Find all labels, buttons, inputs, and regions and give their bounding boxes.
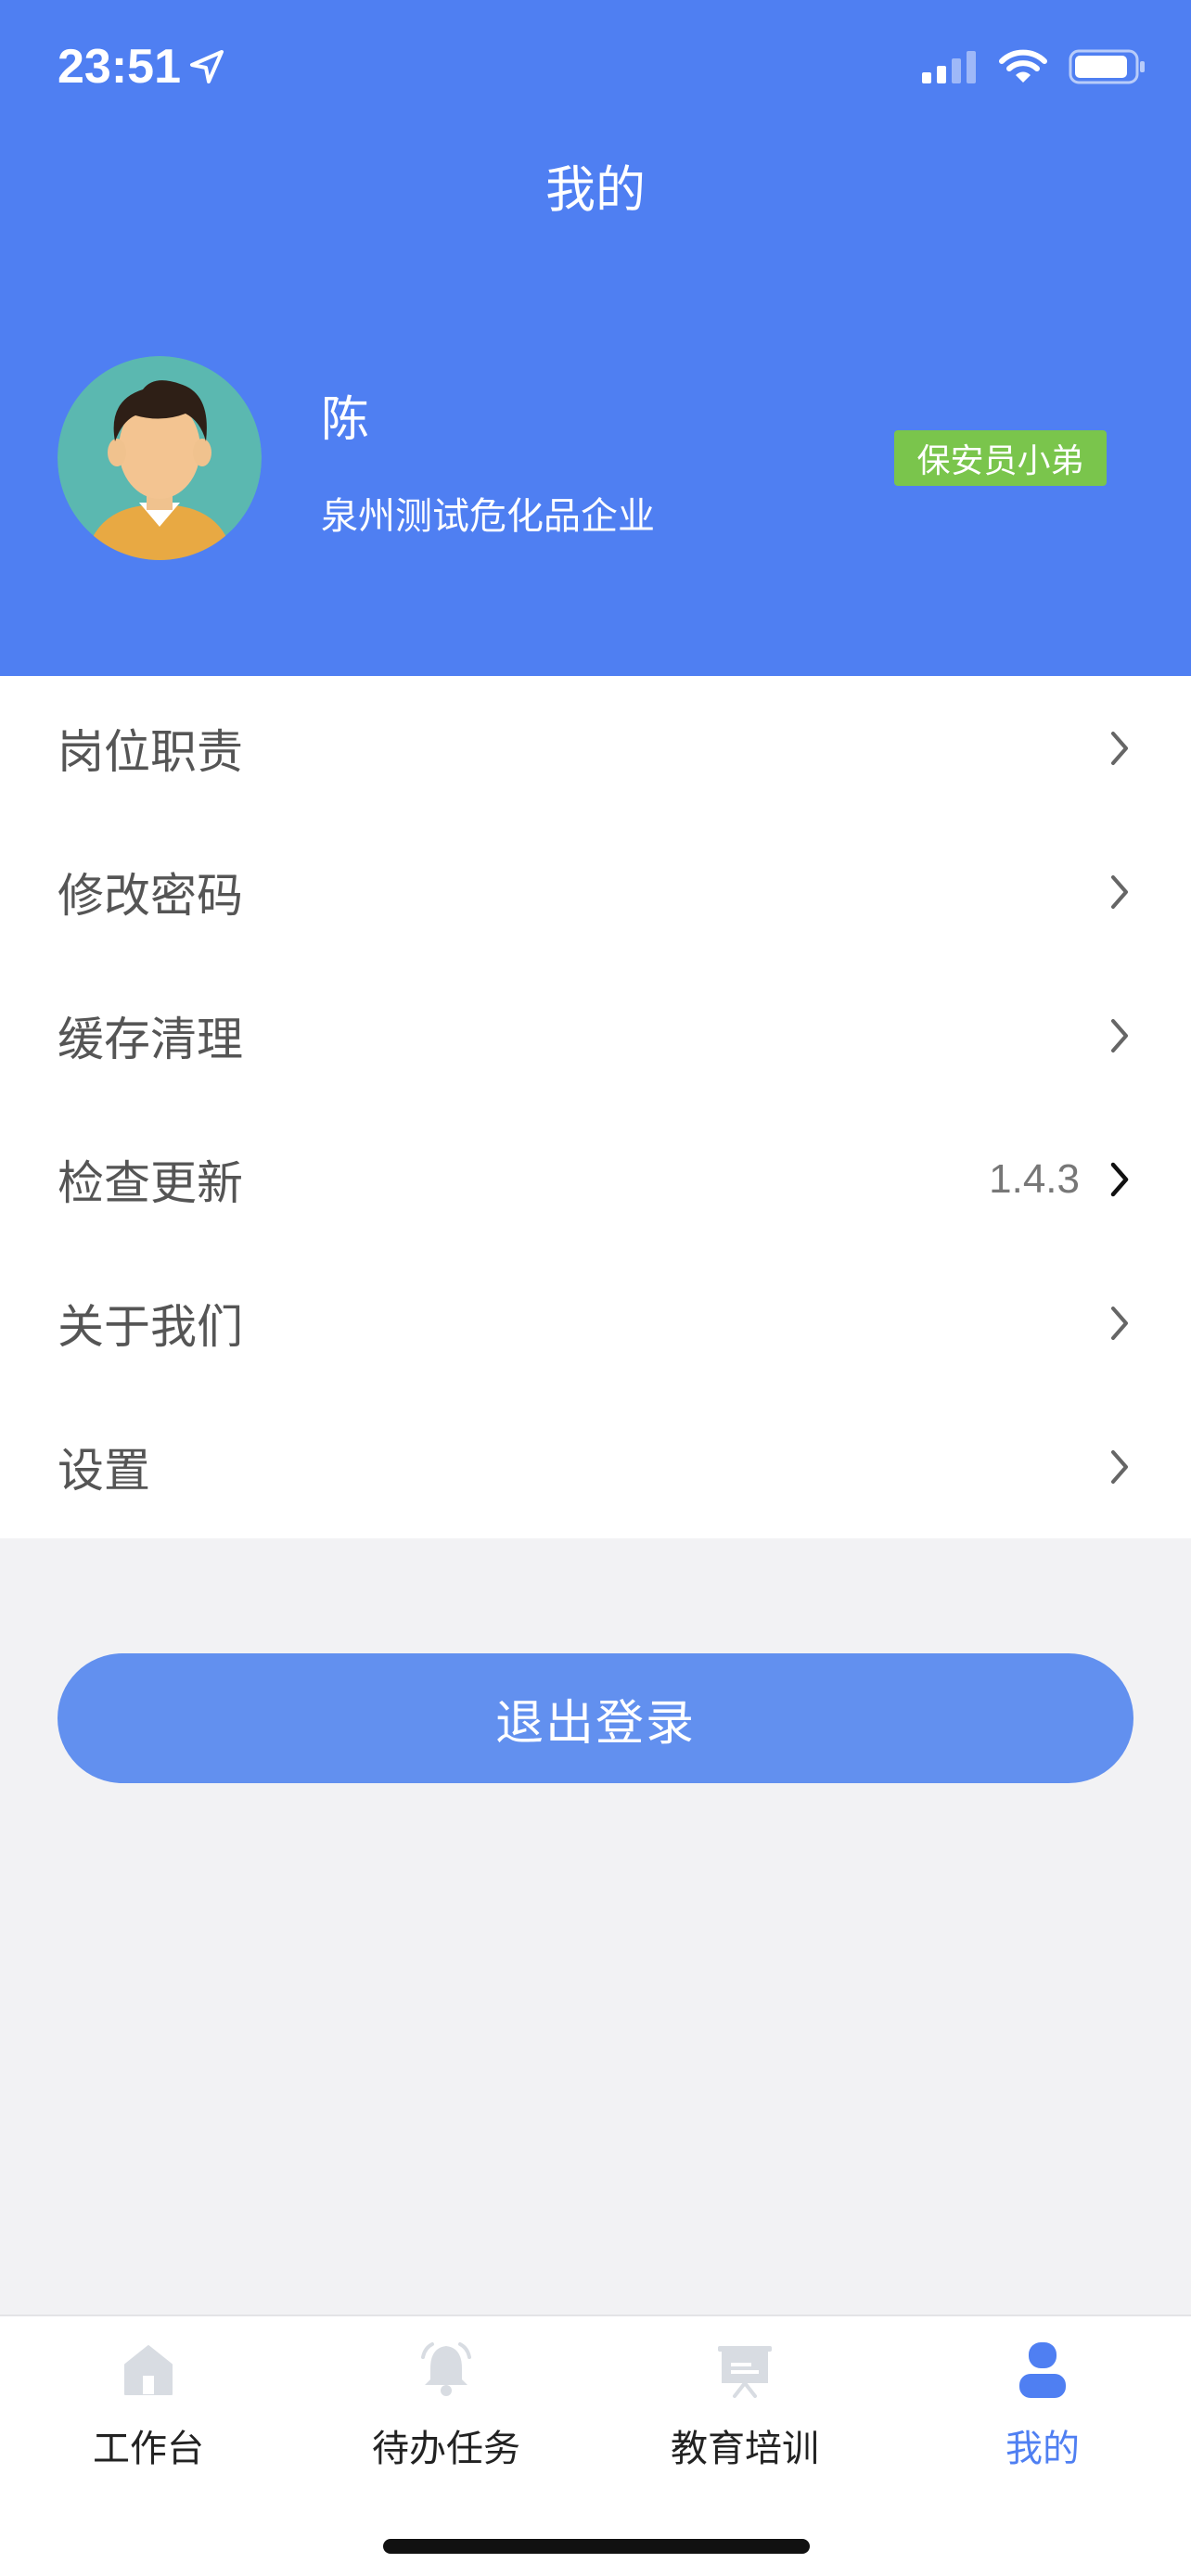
home-icon — [124, 2345, 173, 2395]
tab-label: 我的 — [1005, 2428, 1080, 2470]
tab-todo-tasks[interactable]: 待办任务 — [298, 2337, 595, 2472]
page-title: 我的 — [545, 160, 646, 219]
cellular-signal-icon — [922, 51, 976, 83]
user-name: 陈 — [321, 392, 370, 448]
tab-mine[interactable]: 我的 — [894, 2337, 1191, 2472]
logout-button[interactable]: 退出登录 — [58, 1653, 1133, 1783]
chevron-right-icon — [1111, 1018, 1128, 1052]
avatar[interactable] — [58, 356, 262, 560]
menu-item-about-us[interactable]: 关于我们 — [0, 1251, 1191, 1395]
location-arrow-icon — [190, 50, 224, 83]
settings-menu: 岗位职责 修改密码 缓存清理 检查更新 1.4.3 关于我们 设置 — [0, 676, 1191, 1538]
company-name: 泉州测试危化品企业 — [321, 495, 655, 538]
chevron-right-icon — [1111, 731, 1128, 765]
tab-education-training[interactable]: 教育培训 — [596, 2337, 893, 2472]
status-time-text: 23:51 — [58, 40, 181, 94]
presentation-icon — [718, 2346, 772, 2398]
chevron-right-icon — [1111, 1306, 1128, 1340]
role-badge: 保安员小弟 — [894, 430, 1107, 486]
tab-label: 教育培训 — [671, 2428, 819, 2470]
menu-item-clear-cache[interactable]: 缓存清理 — [0, 963, 1191, 1107]
menu-item-settings[interactable]: 设置 — [0, 1395, 1191, 1538]
tab-label: 待办任务 — [372, 2428, 520, 2470]
tab-bar: 工作台 待办任务 教育培训 我的 — [0, 2315, 1191, 2576]
menu-item-label: 岗位职责 — [58, 724, 243, 779]
chevron-right-icon — [1111, 1449, 1128, 1484]
menu-item-label: 设置 — [58, 1443, 150, 1498]
bell-icon — [421, 2342, 471, 2396]
chevron-right-icon — [1110, 1162, 1129, 1196]
version-number: 1.4.3 — [989, 1155, 1080, 1202]
tab-label: 工作台 — [93, 2428, 204, 2470]
menu-item-label: 检查更新 — [58, 1155, 243, 1210]
user-icon — [1019, 2342, 1066, 2398]
chevron-right-icon — [1111, 874, 1128, 909]
menu-item-label: 修改密码 — [58, 868, 243, 923]
menu-item-change-password[interactable]: 修改密码 — [0, 820, 1191, 963]
profile-header: 23:51 我的 陈 泉州测试危化品企业 保安员小弟 — [0, 0, 1191, 676]
menu-item-label: 缓存清理 — [58, 1012, 243, 1066]
home-indicator — [383, 2539, 810, 2554]
status-time: 23:51 — [58, 39, 225, 95]
menu-item-check-update[interactable]: 检查更新 1.4.3 — [0, 1107, 1191, 1251]
wifi-icon — [999, 49, 1047, 83]
status-icons — [920, 48, 1146, 85]
tab-workbench[interactable]: 工作台 — [0, 2337, 297, 2472]
menu-item-label: 关于我们 — [58, 1299, 243, 1354]
battery-icon — [1069, 49, 1145, 84]
menu-item-job-duties[interactable]: 岗位职责 — [0, 676, 1191, 820]
